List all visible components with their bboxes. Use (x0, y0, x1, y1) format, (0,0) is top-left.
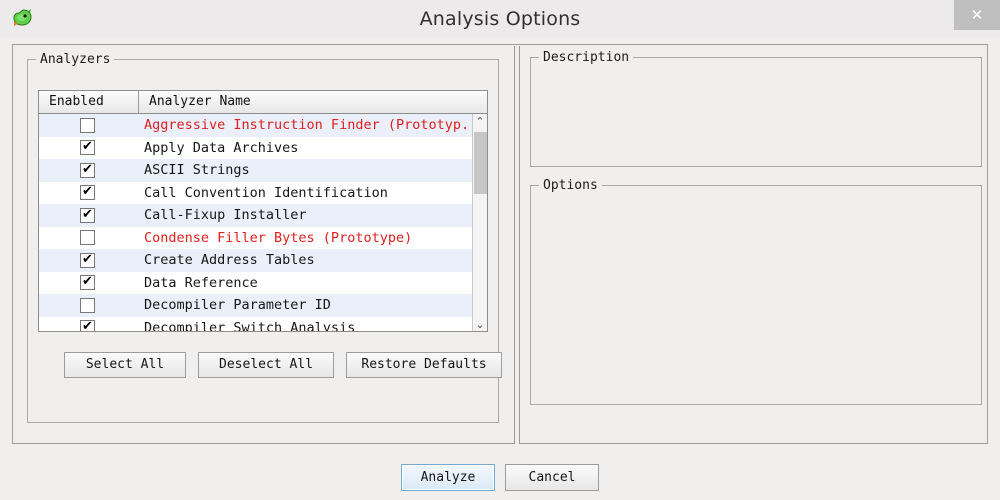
analyzer-name-label: Aggressive Instruction Finder (Prototyp.… (144, 117, 473, 133)
table-row[interactable]: Create Address Tables (39, 249, 473, 272)
analyzer-enabled-checkbox[interactable] (80, 297, 95, 313)
options-group-title: Options (539, 178, 602, 193)
table-row[interactable]: Data Reference (39, 271, 473, 294)
scrollbar-thumb[interactable] (474, 132, 487, 194)
footer-bar: Analyze Cancel (0, 450, 1000, 500)
analyzer-enabled-checkbox[interactable] (80, 206, 95, 223)
analyzers-table-body[interactable]: Aggressive Instruction Finder (Prototyp.… (39, 114, 473, 332)
analyzers-table: Enabled Analyzer Name Aggressive Instruc… (38, 90, 488, 332)
table-row[interactable]: Condense Filler Bytes (Prototype) (39, 226, 473, 249)
scroll-down-icon[interactable]: ⌄ (473, 317, 487, 331)
analyzer-name-label: ASCII Strings (144, 162, 250, 178)
analyzers-table-header: Enabled Analyzer Name (39, 91, 487, 114)
analyzer-enabled-checkbox[interactable] (80, 318, 95, 331)
column-header-enabled[interactable]: Enabled (39, 91, 139, 113)
analyzer-enabled-checkbox[interactable] (80, 138, 95, 155)
close-icon[interactable]: ✕ (954, 0, 1000, 30)
table-row[interactable]: Aggressive Instruction Finder (Prototyp.… (39, 114, 473, 137)
table-row[interactable]: Decompiler Parameter ID (39, 294, 473, 317)
description-group-title: Description (539, 50, 634, 65)
panel-splitter[interactable] (514, 46, 520, 444)
content-pane: Analyzers Enabled Analyzer Name Aggressi… (12, 44, 988, 444)
deselect-all-button[interactable]: Deselect All (198, 352, 334, 378)
restore-defaults-button[interactable]: Restore Defaults (346, 352, 502, 378)
title-bar: Analysis Options ✕ (0, 0, 1000, 39)
right-panel: Description Options (522, 45, 988, 443)
analyzer-enabled-checkbox[interactable] (80, 230, 95, 245)
analyzers-scrollbar[interactable]: ⌃ ⌄ (472, 114, 487, 331)
select-all-button[interactable]: Select All (64, 352, 186, 378)
options-group: Options (530, 178, 982, 405)
analyzer-name-label: Condense Filler Bytes (Prototype) (144, 229, 413, 246)
dialog-body: Analyzers Enabled Analyzer Name Aggressi… (0, 38, 1000, 500)
description-group: Description (530, 50, 982, 167)
analyzers-group-title: Analyzers (36, 52, 115, 67)
analyzer-name-label: Call-Fixup Installer (144, 207, 307, 223)
analyzer-name-label: Data Reference (144, 274, 258, 291)
analyzer-name-label: Apply Data Archives (144, 139, 299, 156)
analyzer-name-label: Decompiler Parameter ID (144, 297, 331, 313)
table-row[interactable]: Apply Data Archives (39, 136, 473, 159)
cancel-button[interactable]: Cancel (505, 464, 599, 491)
table-row[interactable]: Call Convention Identification (39, 181, 473, 204)
analyzer-enabled-checkbox[interactable] (80, 161, 95, 178)
window-title: Analysis Options (419, 8, 581, 30)
analyzer-name-label: Call Convention Identification (144, 184, 388, 201)
table-row[interactable]: Call-Fixup Installer (39, 204, 473, 227)
analyzer-enabled-checkbox[interactable] (80, 273, 95, 290)
analyzer-enabled-checkbox[interactable] (80, 251, 95, 268)
options-content (537, 194, 975, 398)
analyzer-enabled-checkbox[interactable] (80, 117, 95, 133)
analyzer-enabled-checkbox[interactable] (80, 183, 95, 200)
scroll-up-icon[interactable]: ⌃ (473, 114, 487, 130)
analyzer-name-label: Decompiler Switch Analysis (144, 319, 356, 332)
analyzers-group: Analyzers Enabled Analyzer Name Aggressi… (27, 52, 502, 423)
description-content (537, 66, 975, 160)
analyze-button[interactable]: Analyze (401, 464, 495, 491)
table-row[interactable]: ASCII Strings (39, 159, 473, 182)
table-row[interactable]: Decompiler Switch Analysis (39, 316, 473, 332)
analyzer-name-label: Create Address Tables (144, 252, 315, 268)
column-header-analyzer-name[interactable]: Analyzer Name (139, 91, 487, 113)
